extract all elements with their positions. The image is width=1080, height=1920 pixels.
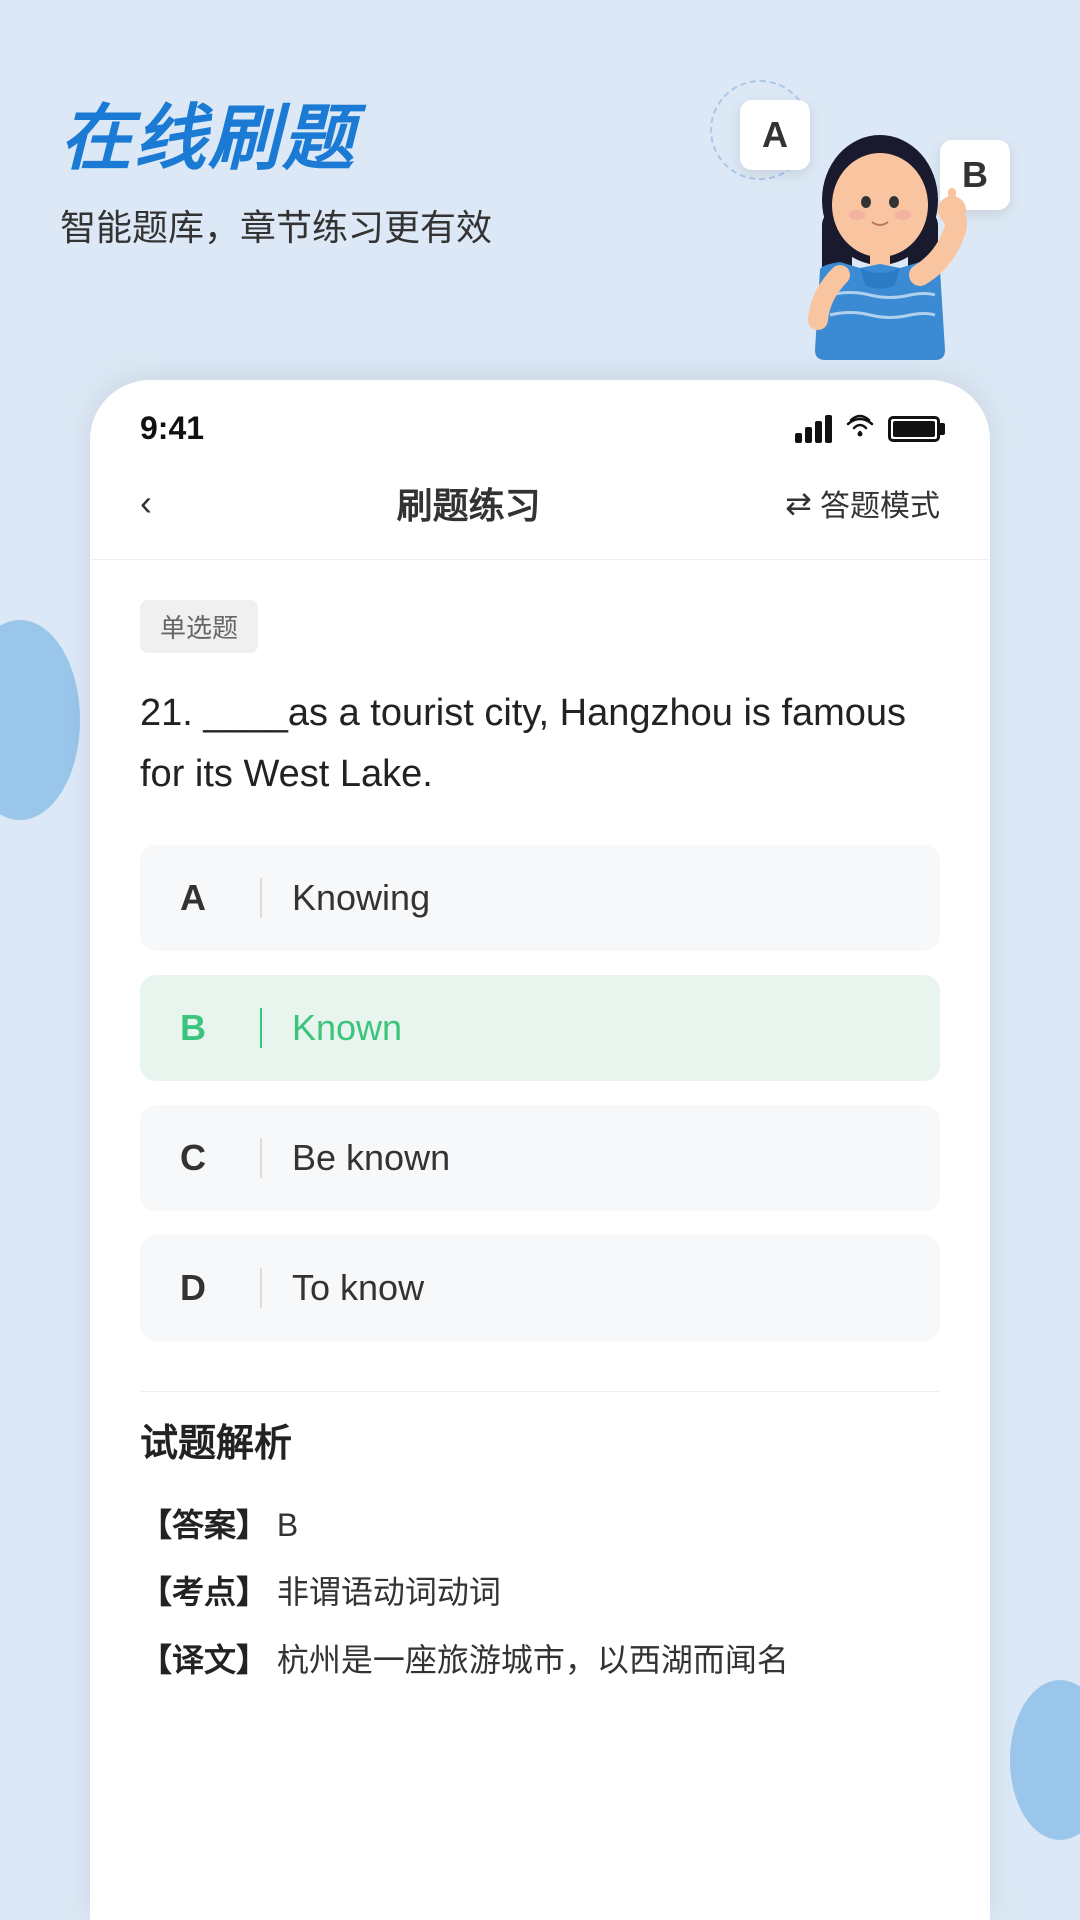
option-d-letter: D — [180, 1267, 230, 1309]
status-time: 9:41 — [140, 410, 204, 447]
question-text: 21. ____as a tourist city, Hangzhou is f… — [140, 683, 940, 805]
analysis-section: 试题解析 【答案】 B 【考点】 非谓语动词动词 【译文】 杭州是一座旅游城市，… — [140, 1391, 940, 1690]
subtitle: 智能题库，章节练习更有效 — [60, 199, 492, 251]
nav-bar: ‹ 刷题练习 ⇄ 答题模式 — [90, 457, 990, 560]
illustration: A B — [660, 80, 1020, 400]
analysis-title: 试题解析 — [140, 1412, 940, 1467]
main-title: 在线刷题 — [60, 100, 492, 179]
option-a-divider — [260, 878, 262, 918]
option-c-letter: C — [180, 1137, 230, 1179]
option-a[interactable]: A Knowing — [140, 845, 940, 951]
option-d[interactable]: D To know — [140, 1235, 940, 1341]
option-c-text: Be known — [292, 1137, 450, 1179]
option-d-divider — [260, 1268, 262, 1308]
battery-icon — [888, 416, 940, 442]
option-b-text: Known — [292, 1007, 402, 1049]
option-b-divider — [260, 1008, 262, 1048]
girl-figure — [760, 120, 1000, 400]
decoration-blob-right — [1010, 1680, 1080, 1840]
option-a-letter: A — [180, 877, 230, 919]
option-c[interactable]: C Be known — [140, 1105, 940, 1211]
analysis-answer: 【答案】 B — [140, 1497, 940, 1555]
analysis-keypoint: 【考点】 非谓语动词动词 — [140, 1564, 940, 1622]
option-c-divider — [260, 1138, 262, 1178]
phone-mockup: 9:41 ‹ 刷题练习 ⇄ — [90, 380, 990, 1920]
question-blank: ____as a tourist city, Hangzhou is famou… — [140, 692, 906, 795]
content-area: 单选题 21. ____as a tourist city, Hangzhou … — [90, 560, 990, 1739]
decoration-blob-left — [0, 620, 80, 820]
top-text: 在线刷题 智能题库，章节练习更有效 — [60, 80, 492, 251]
status-bar: 9:41 — [90, 380, 990, 457]
top-section: 在线刷题 智能题库，章节练习更有效 A B — [0, 0, 1080, 380]
back-button[interactable]: ‹ — [140, 482, 152, 524]
analysis-translation: 【译文】 杭州是一座旅游城市，以西湖而闻名 — [140, 1632, 940, 1690]
mode-swap-icon: ⇄ — [785, 484, 812, 522]
option-b[interactable]: B Known — [140, 975, 940, 1081]
signal-icon — [795, 415, 832, 443]
question-type-badge: 单选题 — [140, 600, 258, 653]
option-d-text: To know — [292, 1267, 424, 1309]
status-icons — [795, 413, 940, 445]
options-list: A Knowing B Known C Be known D To know — [140, 845, 940, 1341]
option-b-letter: B — [180, 1007, 230, 1049]
wifi-icon — [844, 413, 876, 445]
nav-title: 刷题练习 — [397, 477, 541, 529]
option-a-text: Knowing — [292, 877, 430, 919]
mode-button[interactable]: ⇄ 答题模式 — [785, 481, 940, 525]
